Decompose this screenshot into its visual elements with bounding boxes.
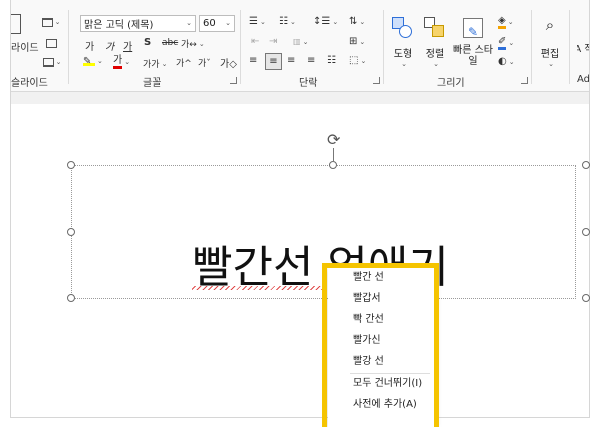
shape-fill-icon[interactable]: ◈ ⌄ xyxy=(498,15,514,29)
arrange-icon xyxy=(422,16,448,42)
align-center-icon[interactable]: ≡ xyxy=(265,53,282,70)
font-size-value: 60 xyxy=(203,18,216,29)
ribbon: 라이드 ⌄ ⌄ 슬라이드 맑은 고딕 (제목) ⌄ 60 ⌄ 가 가 가 S abc… xyxy=(11,0,590,92)
highlight-box xyxy=(322,263,439,427)
font-size-select[interactable]: 60 ⌄ xyxy=(199,15,235,32)
spelling-error-underline xyxy=(192,286,322,290)
align-left-icon[interactable]: ≡ xyxy=(249,55,257,66)
align-text-icon[interactable]: ⊞ ⌄ xyxy=(349,36,365,47)
shadow-icon[interactable]: S xyxy=(144,37,151,48)
shape-outline-icon[interactable]: ✐ ⌄ xyxy=(498,36,514,50)
increase-font-size-icon[interactable]: 가^ xyxy=(176,56,192,69)
rotate-handle-icon[interactable]: ⟳ xyxy=(327,130,340,149)
shapes-label: 도형 xyxy=(393,49,413,60)
font-dialog-launcher-icon[interactable] xyxy=(230,77,237,84)
highlight-icon[interactable]: ✎ ⌄ xyxy=(83,56,103,67)
editing-button[interactable]: ⌕ 편집 ⌄ xyxy=(537,16,563,68)
resize-handle[interactable] xyxy=(67,228,75,236)
font-name-value: 맑은 고딕 (제목) xyxy=(84,20,154,31)
slide-group-label: 슬라이드 xyxy=(11,78,48,89)
quick-styles-button[interactable]: ✎ 빠른 스타일 xyxy=(453,16,493,67)
drawing-dialog-launcher-icon[interactable] xyxy=(521,77,528,84)
strikethrough-icon[interactable]: abc xyxy=(162,38,178,48)
resize-handle[interactable] xyxy=(582,228,590,236)
separator xyxy=(383,10,384,84)
shape-effects-icon[interactable]: ◐ ⌄ xyxy=(498,56,515,67)
increase-indent-icon[interactable]: ⇥ xyxy=(269,36,277,47)
columns-icon[interactable]: ▥ ⌄ xyxy=(293,37,308,46)
resize-handle[interactable] xyxy=(329,161,337,169)
quick-styles-icon: ✎ xyxy=(460,16,486,42)
line-spacing-icon[interactable]: ↕☰ ⌄ xyxy=(313,16,338,27)
separator xyxy=(569,10,570,84)
separator xyxy=(68,10,69,84)
separator xyxy=(240,10,241,84)
font-color-icon[interactable]: 가 ⌄ xyxy=(113,55,130,69)
smartart-icon[interactable]: ⬚ ⌄ xyxy=(349,55,366,66)
text-direction-icon[interactable]: ⇅ ⌄ xyxy=(349,16,365,27)
shapes-button[interactable]: 도형 ⌄ xyxy=(389,16,417,68)
italic-icon[interactable]: 가 xyxy=(105,38,114,53)
arrange-button[interactable]: 정렬 ⌄ xyxy=(421,16,449,68)
paragraph-dialog-launcher-icon[interactable] xyxy=(373,77,380,84)
align-right-icon[interactable]: ≡ xyxy=(287,55,295,66)
resize-handle[interactable] xyxy=(67,161,75,169)
font-name-select[interactable]: 맑은 고딕 (제목) ⌄ xyxy=(80,15,196,32)
underline-icon[interactable]: 가 xyxy=(123,38,132,53)
rotate-handle-stem xyxy=(333,148,334,162)
character-spacing-icon[interactable]: 가↔ ⌄ xyxy=(181,37,205,51)
drawing-group-label: 그리기 xyxy=(437,78,465,89)
magnifier-icon: ⌕ xyxy=(545,16,555,34)
bullets-icon[interactable]: ☰ ⌄ xyxy=(249,16,266,27)
justify-icon[interactable]: ≡ xyxy=(307,55,315,66)
layout-icon[interactable]: ⌄ xyxy=(41,16,61,28)
resize-handle[interactable] xyxy=(582,294,590,302)
partial-right-label[interactable]: A 작 xyxy=(577,40,589,55)
bold-icon[interactable]: 가 xyxy=(85,38,94,53)
separator xyxy=(531,10,532,84)
partial-right-group-label: Ad xyxy=(577,74,590,85)
editing-label: 편집 xyxy=(540,49,560,60)
arrange-label: 정렬 xyxy=(425,49,445,60)
numbering-icon[interactable]: ☷ ⌄ xyxy=(279,16,296,27)
new-slide-icon[interactable] xyxy=(11,14,21,34)
font-group-label: 글꼴 xyxy=(143,78,162,89)
resize-handle[interactable] xyxy=(67,294,75,302)
resize-handle[interactable] xyxy=(582,161,590,169)
distributed-icon[interactable]: ☷ xyxy=(327,55,336,66)
section-icon[interactable]: ⌄ xyxy=(41,56,63,68)
change-case-icon[interactable]: 가가 ⌄ xyxy=(143,57,167,71)
paragraph-group-label: 단락 xyxy=(299,78,318,89)
quick-styles-label: 빠른 스타일 xyxy=(453,45,493,67)
clear-formatting-icon[interactable]: 가◇ xyxy=(220,55,237,70)
reset-icon[interactable] xyxy=(41,37,61,49)
decrease-font-size-icon[interactable]: 가ˇ xyxy=(198,56,211,69)
new-slide-label[interactable]: 라이드 xyxy=(11,39,39,54)
shapes-icon xyxy=(390,16,416,42)
decrease-indent-icon[interactable]: ⇤ xyxy=(251,36,259,47)
